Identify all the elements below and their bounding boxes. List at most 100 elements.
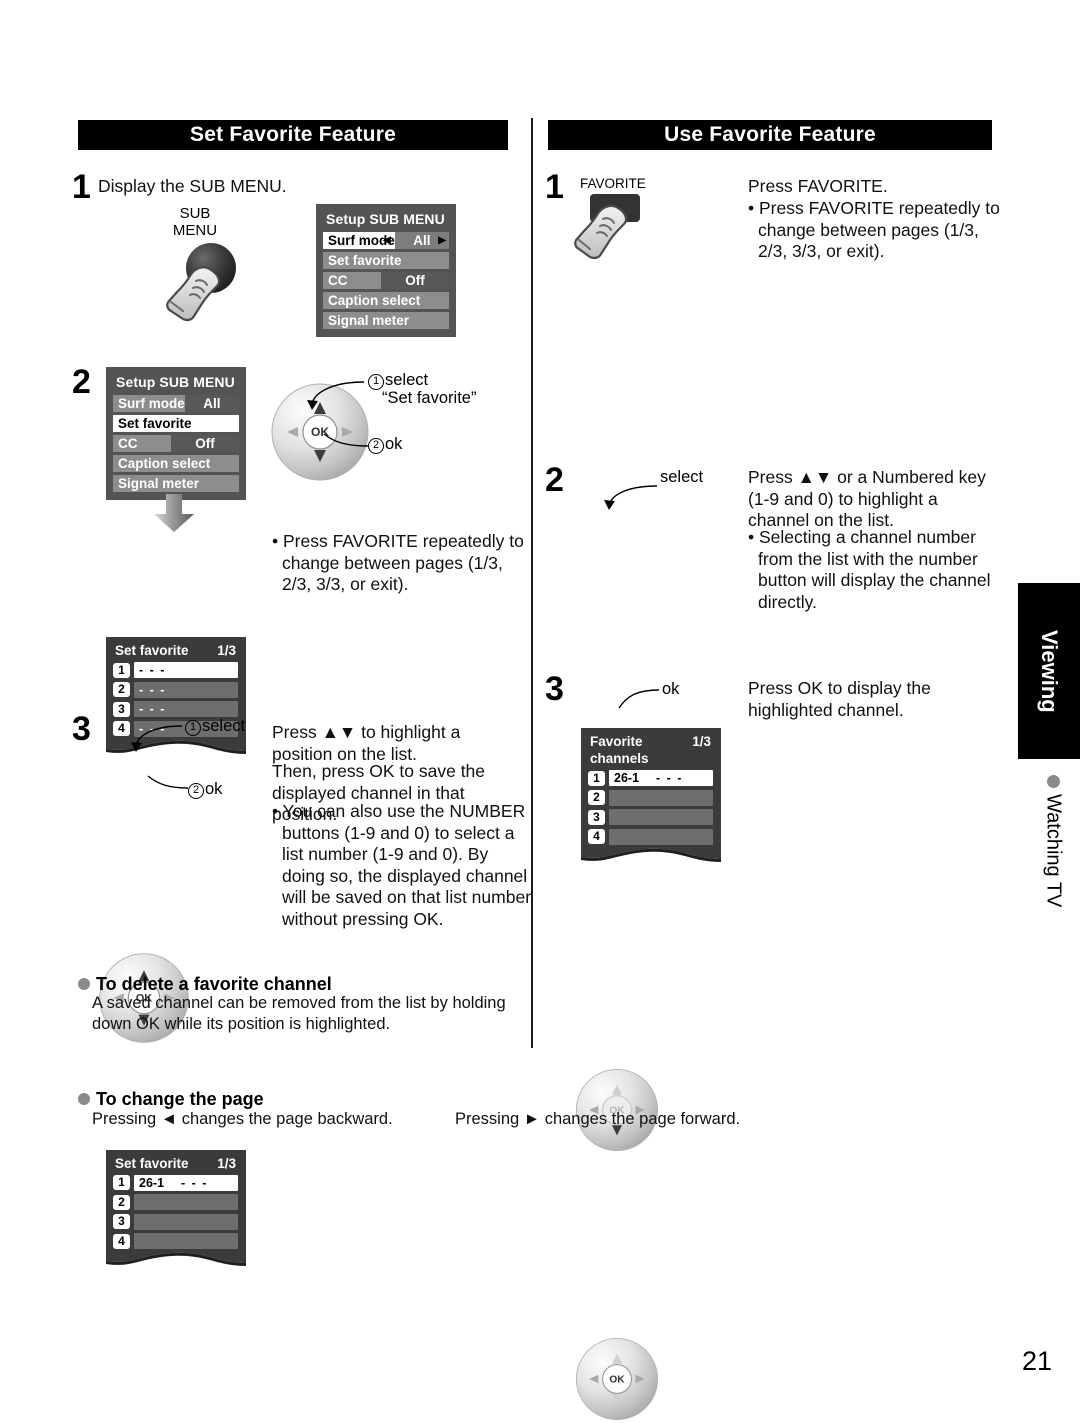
right-step-1-number: 1 <box>545 168 564 206</box>
left-step-1-instruction: Display the SUB MENU. <box>98 176 287 196</box>
svg-text:OK: OK <box>609 1374 625 1385</box>
osd-row-surf-mode[interactable]: Surf mode ◀ All ▶ <box>323 232 449 249</box>
list-item-value: 26-1 - - - <box>609 770 713 786</box>
right-step-2-text-1: Press ▲▼ or a Numbered key (1-9 and 0) t… <box>748 467 986 530</box>
heading-text: To change the page <box>96 1089 264 1109</box>
osd-row-signal-meter[interactable]: Signal meter <box>113 475 239 492</box>
heading-delete-favorite: To delete a favorite channel <box>78 973 332 995</box>
osd-row-cc[interactable]: CC Off <box>113 435 239 452</box>
left-step-3-text-3: • You can also use the NUMBER buttons (1… <box>272 801 532 929</box>
left-section-banner: Set Favorite Feature <box>78 120 508 150</box>
list-item[interactable]: 3 <box>588 809 713 825</box>
sub-menu-button[interactable] <box>163 240 283 330</box>
list-item-value <box>134 1233 238 1249</box>
list-item-channel: 26-1 <box>139 1175 165 1190</box>
list-item-badge: 2 <box>113 682 130 697</box>
list-item[interactable]: 1 26-1 - - - <box>113 1174 238 1191</box>
torn-edge-decoration <box>106 1249 246 1266</box>
osd-row-surf-mode[interactable]: Surf mode All <box>113 395 239 412</box>
favorite-button[interactable] <box>572 192 692 288</box>
bullet-dot-icon <box>1046 775 1060 788</box>
list-body: Set favorite 1/3 1 26-1 - - - 2 3 4 <box>106 1149 246 1249</box>
left-step-3-text-1: Press ▲▼ to highlight a position on the … <box>272 722 461 764</box>
dpad-control-step3-right[interactable]: OK <box>573 1335 1080 1423</box>
right-step-2-number: 2 <box>545 461 564 499</box>
list-title: Set favorite <box>115 643 189 658</box>
side-tab-viewing: Viewing <box>1018 583 1080 759</box>
hand-pointer-icon <box>574 204 628 260</box>
osd-row-label: Set favorite <box>328 253 402 268</box>
list-header: Favorite channels 1/3 <box>588 733 713 770</box>
heading-text: To delete a favorite channel <box>96 974 332 994</box>
list-item[interactable]: 1 26-1 - - - <box>588 770 713 786</box>
left-step-2-number: 2 <box>72 363 91 401</box>
osd-title: Setup SUB MENU <box>116 374 235 390</box>
sub-menu-button-label: SUB MENU <box>165 205 225 239</box>
list-item[interactable]: 2 <box>113 1194 238 1210</box>
list-item-badge: 1 <box>113 1175 130 1190</box>
osd-row-value: All <box>184 395 239 412</box>
favorite-button-label: FAVORITE <box>580 176 646 191</box>
callout-number: 1 <box>185 720 201 736</box>
chevron-left-icon: ◀ <box>383 235 391 246</box>
list-item-badge: 4 <box>113 1233 130 1249</box>
list-item-value: - - - <box>134 662 238 678</box>
osd-rows: Surf mode All Set favorite CC Off Captio… <box>113 395 239 492</box>
side-section-label: Watching TV <box>1030 775 1076 907</box>
osd-row-label: Caption select <box>118 456 211 471</box>
osd-row-signal-meter[interactable]: Signal meter <box>323 312 449 329</box>
osd-row-label: Set favorite <box>118 416 192 431</box>
callout-text: ok <box>385 435 403 453</box>
torn-edge-decoration <box>581 844 721 862</box>
list-item[interactable]: 2 <box>588 789 713 806</box>
osd-title: Setup SUB MENU <box>326 211 445 227</box>
list-item-value <box>134 1213 238 1230</box>
list-item[interactable]: 4 <box>588 828 713 845</box>
list-item[interactable]: 2 - - - <box>113 681 238 698</box>
list-body: Favorite channels 1/3 1 26-1 - - - 2 3 4 <box>581 728 721 845</box>
callout-select-step3-left: 1 select <box>185 716 245 736</box>
list-item-value <box>609 828 713 845</box>
callout-number: 2 <box>188 783 204 799</box>
callout-select-step2: 1 select <box>368 370 428 390</box>
favorite-channels-list: Favorite channels 1/3 1 26-1 - - - 2 3 4 <box>581 728 721 867</box>
list-item[interactable]: 1 - - - <box>113 662 238 678</box>
list-header: Set favorite 1/3 <box>113 1155 238 1175</box>
setup-sub-menu-panel-step1: Setup SUB MENU Surf mode ◀ All ▶ Set fav… <box>316 204 456 337</box>
callout-ok-step3-right: ok <box>662 680 680 698</box>
page-number: 21 <box>1022 1346 1053 1376</box>
list-item[interactable]: 4 <box>113 1233 238 1249</box>
list-item-badge: 2 <box>113 1194 130 1210</box>
list-item-badge: 1 <box>113 662 130 678</box>
body-change-page-backward: Pressing ◄ changes the page backward. <box>92 1110 393 1128</box>
list-item-channel: 26-1 <box>614 771 640 785</box>
osd-row-value: Off <box>171 435 239 452</box>
body-change-page-forward: Pressing ► changes the page forward. <box>455 1110 741 1128</box>
bullet-dot-icon <box>78 1093 90 1105</box>
osd-row-set-favorite[interactable]: Set favorite <box>323 252 449 269</box>
right-section-banner: Use Favorite Feature <box>548 120 992 150</box>
callout-ok-step3-left: 2 ok <box>188 779 222 799</box>
sub-menu-label-line2: MENU <box>172 222 218 239</box>
osd-row-set-favorite[interactable]: Set favorite <box>113 415 239 432</box>
osd-row-caption-select[interactable]: Caption select <box>323 292 449 309</box>
manual-page: Set Favorite Feature Use Favorite Featur… <box>0 0 1080 1420</box>
left-step-3-number: 3 <box>72 710 91 748</box>
callout-select-step2-right: select <box>660 468 704 486</box>
list-item-dashes: - - - <box>181 1175 208 1190</box>
right-step-3-text-1: Press OK to display the highlighted chan… <box>748 678 931 720</box>
arrow-down-icon <box>152 494 196 539</box>
list-item-value: - - - <box>134 681 238 698</box>
list-item[interactable]: 3 <box>113 1213 238 1230</box>
osd-row-label: Signal meter <box>118 476 200 491</box>
osd-rows: Surf mode ◀ All ▶ Set favorite CC Off Ca… <box>323 232 449 329</box>
list-title: Set favorite <box>115 1155 189 1171</box>
osd-row-caption-select[interactable]: Caption select <box>113 455 239 472</box>
osd-row-label: Signal meter <box>328 313 410 328</box>
right-step-1-text-1: Press FAVORITE. <box>748 176 888 196</box>
list-page-indicator: 1/3 <box>217 643 236 658</box>
heading-change-page: To change the page <box>78 1088 264 1110</box>
setup-sub-menu-panel-step2: Setup SUB MENU Surf mode All Set favorit… <box>106 367 246 500</box>
osd-row-cc[interactable]: CC Off <box>323 272 449 289</box>
right-step-2-text-2: • Selecting a channel number from the li… <box>748 527 991 612</box>
